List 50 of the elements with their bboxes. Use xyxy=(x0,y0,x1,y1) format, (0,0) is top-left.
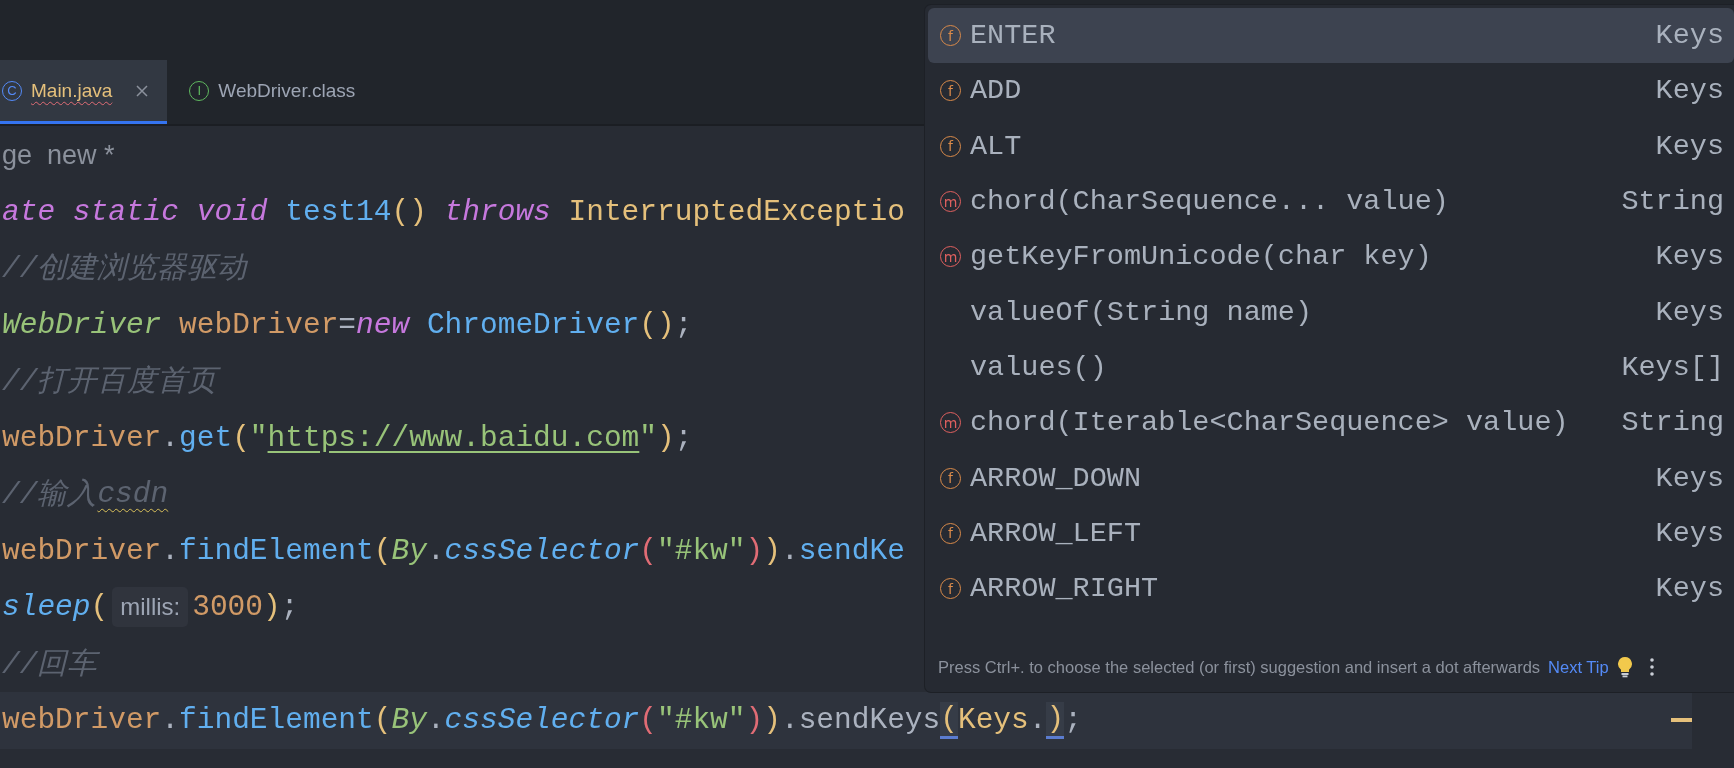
item-type: Keys xyxy=(1655,19,1724,53)
editor-tab[interactable]: C Main.java xyxy=(0,60,168,124)
code-line: //输入csdn xyxy=(1,476,169,515)
completion-item[interactable]: f ARROW_RIGHT Keys xyxy=(928,560,1734,617)
item-type: Keys xyxy=(1655,461,1724,495)
close-icon[interactable] xyxy=(135,83,150,98)
item-type: Keys xyxy=(1655,516,1724,550)
code-line: //回车 xyxy=(1,646,98,684)
item-name: getKeyFromUnicode(char key) xyxy=(970,240,1433,274)
code-line: webDriver.findElement(By.cssSelector("#kw")).sendKe xyxy=(1,532,905,570)
next-tip-link[interactable]: Next Tip xyxy=(1548,657,1609,677)
editor-tab[interactable]: I WebDriver.class xyxy=(167,60,374,124)
more-icon[interactable] xyxy=(1648,657,1655,677)
item-name: ARROW_LEFT xyxy=(970,516,1143,550)
completion-item[interactable]: m getKeyFromUnicode(char key) Keys xyxy=(928,229,1734,285)
completion-item[interactable]: valueOf(String name) Keys xyxy=(928,284,1734,340)
item-name: chord(CharSequence... value) xyxy=(970,185,1450,219)
completion-item[interactable]: f ENTER Keys xyxy=(928,8,1734,64)
item-name: ARROW_DOWN xyxy=(970,461,1143,495)
warning-stripe-mark xyxy=(1671,718,1692,722)
tip-text: Press Ctrl+. to choose the selected (or first) suggestion and insert a dot afterwards xyxy=(938,657,1541,677)
code-line: WebDriver webDriver=new ChromeDriver(); xyxy=(1,306,693,344)
item-name: valueOf(String name) xyxy=(970,295,1314,329)
completion-item[interactable]: m chord(Iterable<CharSequence> value) String xyxy=(928,395,1734,451)
item-name: ALT xyxy=(970,129,1023,163)
item-type: Keys xyxy=(1655,129,1724,163)
completion-item[interactable]: f ALT Keys xyxy=(928,118,1734,174)
item-type: Keys[] xyxy=(1621,350,1724,384)
code-line: //创建浏览器驱动 xyxy=(1,251,248,289)
completion-item[interactable]: f ARROW_LEFT Keys xyxy=(928,505,1734,561)
item-name: values() xyxy=(970,350,1108,384)
item-type: Keys xyxy=(1655,74,1724,108)
item-type: String xyxy=(1621,406,1724,440)
item-type: Keys xyxy=(1655,295,1724,329)
completion-item[interactable]: m chord(CharSequence... value) String xyxy=(928,173,1734,230)
item-type: Keys xyxy=(1655,240,1724,274)
item-name: ADD xyxy=(970,74,1023,108)
completion-item[interactable]: f ARROW_DOWN Keys xyxy=(928,450,1734,506)
item-type: Keys xyxy=(1655,572,1724,606)
lightbulb-icon xyxy=(1616,656,1633,678)
code-line: ate static void test14() throws InterruptedExceptio xyxy=(1,193,905,231)
code-line: sleep( millis: 3000); xyxy=(0,579,299,636)
item-name: ENTER xyxy=(970,19,1057,53)
completion-item[interactable]: f ADD Keys xyxy=(928,63,1734,119)
item-name: chord(Iterable<CharSequence> value) xyxy=(970,406,1570,440)
item-type: String xyxy=(1621,185,1724,219)
code-line: ge new * xyxy=(1,138,115,172)
code-line: webDriver.get("https://www.baidu.com"); xyxy=(1,419,693,457)
completion-item[interactable]: values() Keys[] xyxy=(928,339,1734,396)
item-name: ARROW_RIGHT xyxy=(970,572,1160,606)
